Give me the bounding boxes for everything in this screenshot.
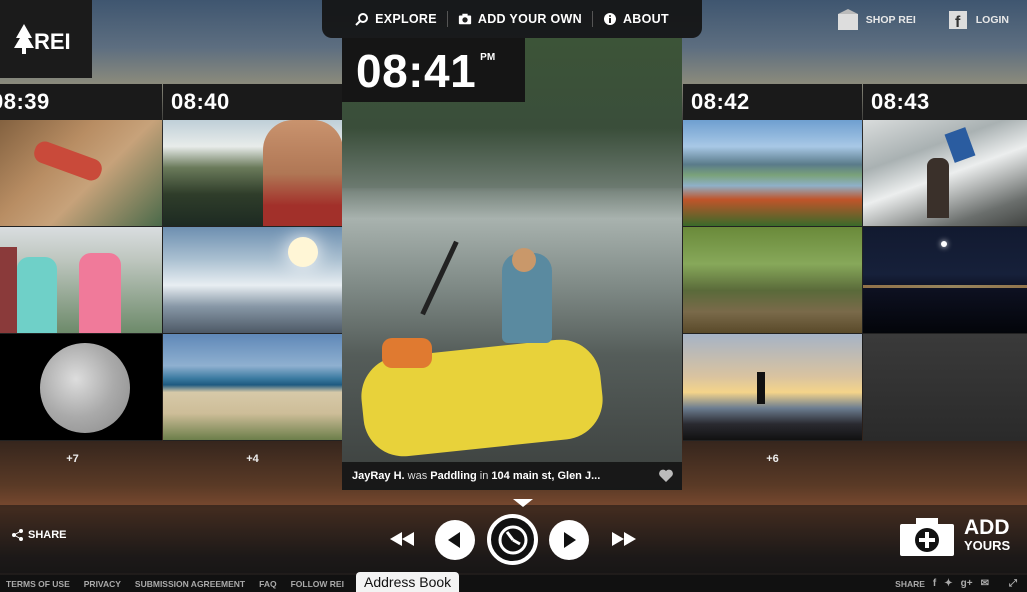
- caption-place: 104 main st, Glen J...: [491, 470, 601, 482]
- header-links: SHOP REI f LOGIN: [836, 8, 1009, 32]
- photo-tile[interactable]: [683, 120, 862, 227]
- next-button[interactable]: [549, 520, 589, 560]
- info-icon: [603, 13, 616, 25]
- add-yours-button[interactable]: ADD YOURS: [900, 516, 1011, 556]
- nav-about[interactable]: ABOUT: [593, 9, 679, 29]
- previous-button[interactable]: [435, 520, 475, 560]
- login-link[interactable]: f LOGIN: [946, 8, 1009, 32]
- nav-explore-label: EXPLORE: [375, 12, 437, 26]
- camera-icon: [458, 13, 472, 25]
- photo-tile[interactable]: [163, 227, 342, 334]
- photo-tile[interactable]: [0, 120, 162, 227]
- camera-plus-icon: [900, 518, 954, 556]
- shop-rei-label: SHOP REI: [865, 14, 916, 26]
- photo-tile[interactable]: [863, 120, 1027, 227]
- heart-icon[interactable]: [658, 468, 674, 484]
- column-time: 08:43: [863, 84, 1027, 120]
- nav-add-your-own[interactable]: ADD YOUR OWN: [448, 9, 592, 29]
- rei-logo-icon: REI: [14, 24, 71, 54]
- photo-tile-empty: [863, 334, 1027, 441]
- column-time: 08:39: [0, 84, 162, 120]
- rewind-icon: [390, 532, 414, 546]
- photo-tile[interactable]: [683, 227, 862, 334]
- clock-button[interactable]: [487, 514, 538, 565]
- photo-tile[interactable]: [863, 227, 1027, 334]
- nav-explore[interactable]: EXPLORE: [345, 9, 447, 29]
- fast-forward-button[interactable]: [610, 530, 638, 548]
- footer-link-faq[interactable]: FAQ: [259, 579, 276, 589]
- rei-logo[interactable]: REI: [0, 0, 92, 78]
- rewind-button[interactable]: [388, 530, 416, 548]
- photo-tile[interactable]: [163, 120, 342, 227]
- time-column: 08:43: [863, 84, 1027, 441]
- time-column: 08:42 +6: [683, 84, 862, 477]
- photo-tile[interactable]: [683, 334, 862, 441]
- yours-label: YOURS: [964, 538, 1011, 553]
- share-button[interactable]: SHARE: [12, 529, 67, 541]
- search-icon: [355, 13, 369, 26]
- more-photos-link[interactable]: +6: [683, 441, 862, 477]
- next-icon: [564, 532, 576, 548]
- caption-activity: Paddling: [430, 470, 477, 482]
- featured-photo[interactable]: [342, 38, 682, 490]
- caption-user[interactable]: JayRay H.: [352, 470, 405, 482]
- svg-text:f: f: [955, 14, 961, 31]
- nav-add-your-own-label: ADD YOUR OWN: [477, 12, 582, 26]
- email-icon[interactable]: ✉: [981, 578, 989, 589]
- google-plus-icon[interactable]: g+: [961, 578, 973, 589]
- caption-in: in: [479, 470, 489, 482]
- photo-tile[interactable]: [0, 334, 162, 441]
- facebook-icon[interactable]: f: [933, 578, 936, 589]
- share-icon: [12, 529, 23, 541]
- facebook-icon: f: [948, 11, 967, 31]
- clock-icon: [498, 525, 527, 554]
- column-time: 08:40: [163, 84, 342, 120]
- featured-time-value: 08:41: [356, 45, 477, 97]
- store-icon: [837, 9, 858, 30]
- more-photos-link[interactable]: +7: [0, 441, 162, 477]
- login-label: LOGIN: [975, 14, 1009, 26]
- footer-link-terms[interactable]: TERMS OF USE: [6, 579, 70, 589]
- fast-forward-icon: [612, 532, 636, 546]
- previous-icon: [448, 532, 460, 548]
- time-column: 08:40 +4: [163, 84, 342, 477]
- caption-was: was: [407, 470, 428, 482]
- more-photos-link[interactable]: +4: [163, 441, 342, 477]
- footer-link-submission-agreement[interactable]: SUBMISSION AGREEMENT: [135, 579, 245, 589]
- timeline-pointer: [513, 499, 533, 507]
- top-nav: EXPLORE ADD YOUR OWN ABOUT: [322, 0, 702, 38]
- shop-rei-link[interactable]: SHOP REI: [836, 8, 916, 32]
- column-time: 08:42: [683, 84, 862, 120]
- time-column: 08:39 +7: [0, 84, 162, 477]
- footer-share-label: SHARE: [895, 578, 925, 589]
- address-book-tooltip: Address Book: [356, 572, 460, 592]
- share-label: SHARE: [28, 529, 67, 541]
- footer-share: SHARE f ✦ g+ ✉ ⤢: [895, 578, 1017, 589]
- photo-tile[interactable]: [163, 334, 342, 441]
- twitter-icon[interactable]: ✦: [944, 578, 952, 589]
- photo-tile[interactable]: [0, 227, 162, 334]
- footer-link-privacy[interactable]: PRIVACY: [84, 579, 121, 589]
- featured-time: 08:41 PM: [342, 38, 525, 102]
- footer: TERMS OF USE PRIVACY SUBMISSION AGREEMEN…: [0, 575, 1027, 592]
- rei-logo-text: REI: [34, 29, 71, 54]
- featured-caption: JayRay H. was Paddling in 104 main st, G…: [342, 462, 682, 490]
- featured-time-ampm: PM: [480, 52, 496, 63]
- nav-about-label: ABOUT: [622, 12, 669, 26]
- footer-link-follow-rei[interactable]: FOLLOW REI: [291, 579, 344, 589]
- add-yours-text: ADD YOURS: [964, 516, 1011, 555]
- add-label: ADD: [964, 516, 1010, 539]
- fullscreen-icon[interactable]: ⤢: [1009, 578, 1017, 589]
